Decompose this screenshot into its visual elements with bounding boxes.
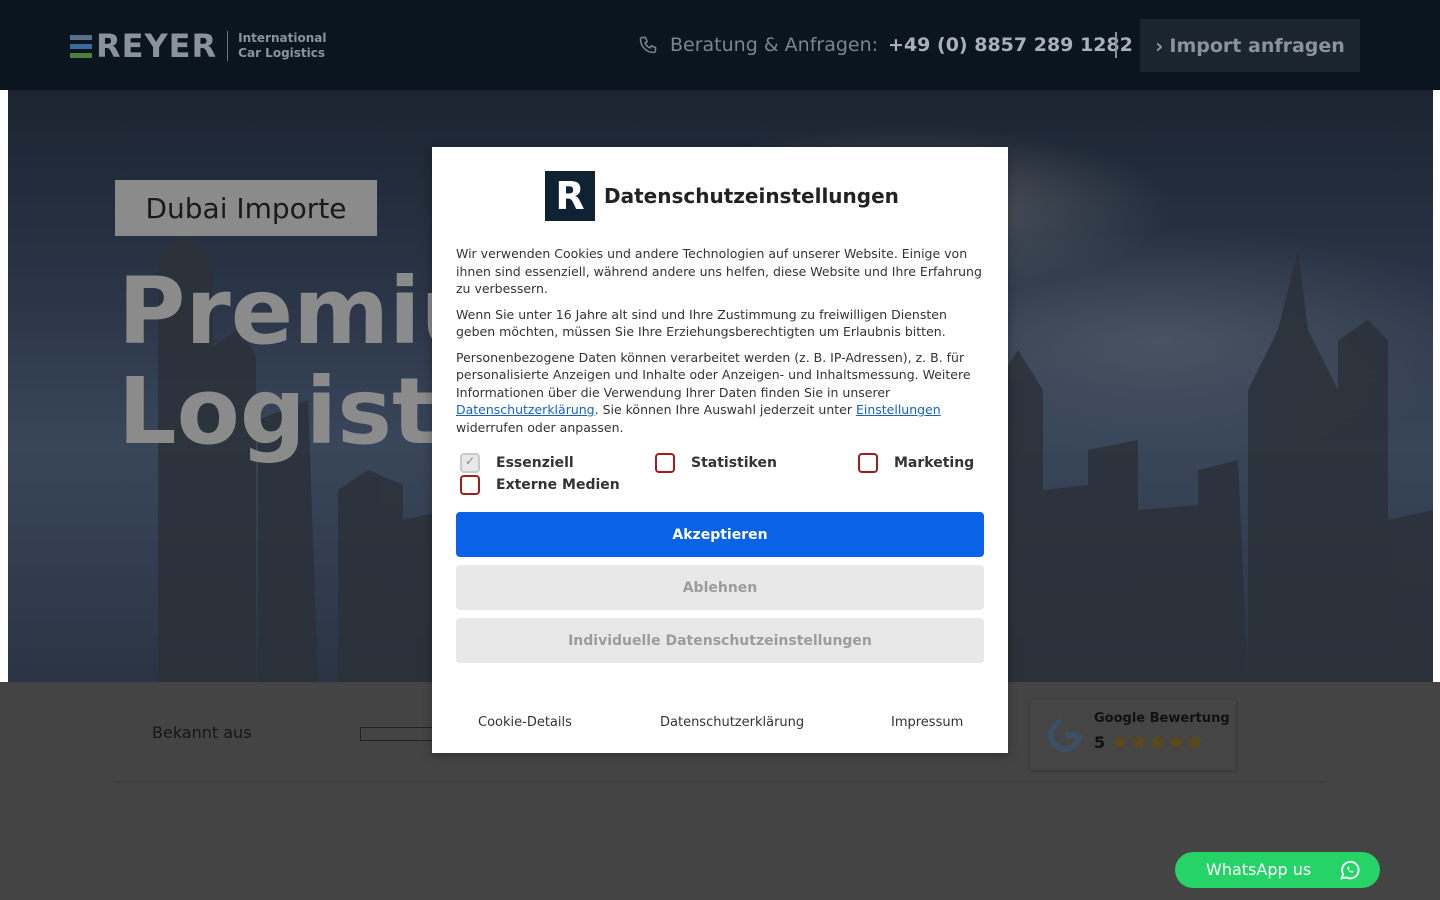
checkbox-statistics-box[interactable]: [655, 453, 675, 473]
accept-button[interactable]: Akzeptieren: [456, 512, 984, 557]
site-header: REYER International Car Logistics Beratu…: [0, 0, 1440, 90]
checkbox-marketing[interactable]: Marketing: [858, 453, 974, 473]
checkbox-marketing-label: Marketing: [894, 455, 975, 471]
google-rating-badge[interactable]: Google Bewertung 5 ★★★★★: [1030, 700, 1236, 770]
checkbox-external-media-label: Externe Medien: [496, 477, 620, 493]
import-request-label: Import anfragen: [1169, 34, 1345, 57]
checkbox-essential-label: Essenziell: [496, 455, 574, 471]
checkbox-essential: Essenziell: [460, 453, 574, 473]
settings-link[interactable]: Einstellungen: [856, 402, 941, 417]
logo-divider: [227, 31, 229, 61]
dialog-header: R Datenschutzeinstellungen: [545, 171, 899, 221]
checkbox-statistics[interactable]: Statistiken: [655, 453, 777, 473]
brand-r-logo: R: [545, 171, 595, 221]
logo-tagline-line-1: International: [238, 31, 327, 45]
individual-settings-button[interactable]: Individuelle Datenschutzeinstellungen: [456, 618, 984, 663]
hero-headline: Premiu Logisti: [118, 258, 487, 465]
consent-paragraph-3: Personenbezogene Daten können verarbeite…: [456, 349, 986, 437]
dialog-footer-links: Cookie-Details Datenschutzerklärung Impr…: [432, 715, 1008, 735]
google-rating-title: Google Bewertung: [1094, 711, 1230, 726]
whatsapp-icon: [1340, 860, 1360, 880]
google-rating-score: 5: [1094, 733, 1106, 752]
star-rating-icons: ★★★★★: [1110, 730, 1205, 755]
header-separator: [1115, 32, 1117, 58]
site-logo[interactable]: REYER International Car Logistics: [70, 30, 326, 62]
imprint-link[interactable]: Impressum: [891, 715, 963, 730]
consent-paragraph-3-text-b: . Sie können Ihre Auswahl jederzeit unte…: [594, 402, 856, 417]
consent-categories: Essenziell Statistiken Marketing Externe…: [456, 450, 986, 496]
google-g-icon: [1048, 718, 1082, 752]
consent-paragraph-3-text-a: Personenbezogene Daten können verarbeite…: [456, 349, 971, 400]
press-label: Bekannt aus: [152, 723, 252, 742]
consent-paragraph-3-text-c: widerrufen oder anpassen.: [456, 419, 624, 435]
press-divider: [115, 781, 1325, 782]
hero-badge: Dubai Importe: [115, 180, 377, 236]
consent-paragraph-2: Wenn Sie unter 16 Jahre alt sind und Ihr…: [456, 306, 947, 340]
cookie-details-link[interactable]: Cookie-Details: [478, 715, 572, 730]
whatsapp-label: WhatsApp us: [1206, 860, 1312, 879]
reject-button[interactable]: Ablehnen: [456, 565, 984, 610]
privacy-policy-footer-link[interactable]: Datenschutzerklärung: [660, 715, 804, 730]
chevron-right-icon: ›: [1155, 33, 1164, 58]
whatsapp-button[interactable]: WhatsApp us: [1175, 852, 1380, 888]
checkbox-external-media-box[interactable]: [460, 475, 480, 495]
checkbox-external-media[interactable]: Externe Medien: [460, 475, 620, 495]
consent-paragraph-1: Wir verwenden Cookies und andere Technol…: [456, 246, 982, 296]
logo-bars-icon: [70, 34, 92, 58]
privacy-consent-dialog: R Datenschutzeinstellungen Wir verwenden…: [432, 147, 1008, 753]
checkbox-marketing-box[interactable]: [858, 453, 878, 473]
logo-tagline-line-2: Car Logistics: [238, 46, 326, 60]
dialog-title: Datenschutzeinstellungen: [604, 184, 899, 208]
import-request-button[interactable]: › Import anfragen: [1140, 19, 1360, 72]
checkbox-statistics-label: Statistiken: [691, 455, 777, 471]
contact-info: Beratung & Anfragen: +49 (0) 8857 289 12…: [638, 30, 1133, 60]
logo-word: REYER: [96, 27, 218, 65]
contact-label: Beratung & Anfragen:: [670, 34, 879, 56]
logo-tagline: International Car Logistics: [238, 31, 326, 61]
privacy-policy-link[interactable]: Datenschutzerklärung: [456, 402, 595, 417]
checkbox-essential-box: [460, 453, 480, 473]
contact-phone-link[interactable]: +49 (0) 8857 289 1282: [888, 34, 1133, 56]
dialog-body: Wir verwenden Cookies und andere Technol…: [456, 245, 986, 444]
phone-icon: [639, 36, 657, 54]
press-logo-image: [360, 727, 440, 741]
